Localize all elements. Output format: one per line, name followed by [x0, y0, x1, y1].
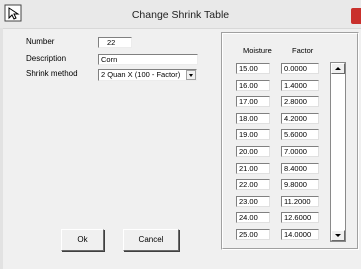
- moisture-cell[interactable]: 16.00: [236, 80, 270, 91]
- description-field[interactable]: Corn: [98, 54, 198, 65]
- moisture-cell[interactable]: 17.00: [236, 96, 270, 107]
- factor-cell[interactable]: 14.0000: [281, 229, 319, 240]
- description-label: Description: [26, 54, 67, 63]
- shrink-method-label: Shrink method: [26, 69, 78, 78]
- moisture-cell[interactable]: 23.00: [236, 196, 270, 207]
- moisture-cell[interactable]: 15.00: [236, 63, 270, 74]
- moisture-header: Moisture: [243, 46, 272, 55]
- scroll-down-icon[interactable]: [331, 230, 345, 241]
- ok-button[interactable]: Ok: [61, 229, 104, 251]
- factor-cell[interactable]: 12.6000: [281, 212, 319, 223]
- factor-cell[interactable]: 7.0000: [281, 146, 319, 157]
- moisture-cell[interactable]: 24.00: [236, 212, 270, 223]
- factor-cell[interactable]: 9.8000: [281, 179, 319, 190]
- number-field[interactable]: 22: [98, 37, 132, 48]
- chevron-down-icon[interactable]: [186, 70, 196, 80]
- scroll-up-icon[interactable]: [331, 63, 345, 74]
- factor-cell[interactable]: 8.4000: [281, 163, 319, 174]
- number-label: Number: [26, 37, 55, 46]
- factor-cell[interactable]: 11.2000: [281, 196, 319, 207]
- factor-cell[interactable]: 5.6000: [281, 129, 319, 140]
- factor-cell[interactable]: 4.2000: [281, 113, 319, 124]
- moisture-cell[interactable]: 18.00: [236, 113, 270, 124]
- table-scrollbar[interactable]: [330, 62, 346, 242]
- close-button[interactable]: [351, 8, 361, 24]
- moisture-cell[interactable]: 21.00: [236, 163, 270, 174]
- factor-cell[interactable]: 1.4000: [281, 80, 319, 91]
- factor-cell[interactable]: 0.0000: [281, 63, 319, 74]
- moisture-cell[interactable]: 25.00: [236, 229, 270, 240]
- shrink-method-value: 2 Quan X (100 - Factor): [101, 70, 181, 79]
- window-title: Change Shrink Table: [131, 9, 230, 21]
- title-bar[interactable]: Change Shrink Table: [0, 0, 361, 29]
- moisture-cell[interactable]: 20.00: [236, 146, 270, 157]
- shrink-method-select[interactable]: 2 Quan X (100 - Factor): [98, 69, 197, 81]
- factor-cell[interactable]: 2.8000: [281, 96, 319, 107]
- factor-header: Factor: [292, 46, 314, 55]
- moisture-cell[interactable]: 19.00: [236, 129, 270, 140]
- moisture-cell[interactable]: 22.00: [236, 179, 270, 190]
- window-border: [0, 28, 3, 269]
- cancel-button[interactable]: Cancel: [123, 229, 179, 251]
